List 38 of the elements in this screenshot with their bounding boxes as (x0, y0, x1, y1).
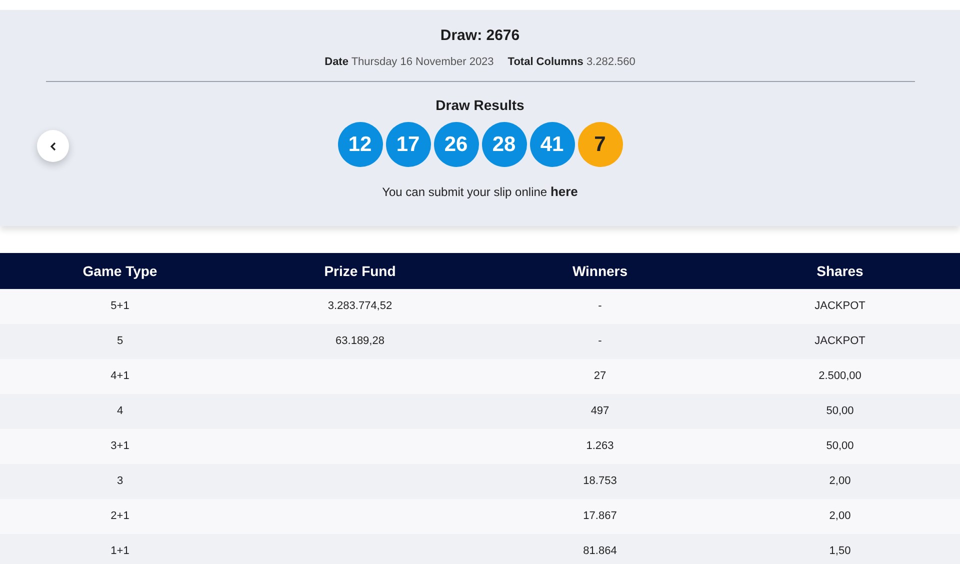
table-cell: 50,00 (826, 440, 854, 452)
column-header: Prize Fund (324, 262, 396, 278)
total-columns: Total Columns 3.282.560 (508, 54, 636, 70)
table-cell: 50,00 (826, 405, 854, 418)
table-cell: 2.500,00 (818, 370, 862, 382)
table-cell: 5 (116, 335, 124, 348)
table-cell: 1.263 (586, 440, 614, 452)
table-cell: 2,00 (829, 510, 851, 522)
table-cell: - (598, 300, 602, 312)
column-header: Winners (572, 262, 628, 278)
column-header: Shares (816, 262, 864, 278)
draw-date: Date Thursday 16 November 2023 (324, 54, 494, 70)
table-cell: 497 (590, 405, 610, 418)
table-cell: 3+1 (110, 440, 130, 452)
results-title: Draw Results (436, 96, 524, 115)
column-header: Game Type (82, 262, 158, 278)
table-cell: 2+1 (110, 510, 130, 522)
table-cell: 2,00 (829, 475, 851, 488)
table-cell: 27 (594, 370, 606, 382)
table-cell: 18.753 (583, 475, 617, 488)
table-cell: 1,50 (829, 545, 851, 558)
table-cell: 5+1 (110, 300, 130, 312)
table-cell: 63.189,28 (336, 335, 384, 348)
table-cell: 81.864 (583, 545, 617, 558)
table-cell: 4 (116, 405, 124, 418)
table-cell: 3.283.774,52 (328, 300, 392, 312)
table-cell: - (598, 335, 602, 348)
table-cell: 4+1 (110, 370, 130, 382)
submit-text: You can submit your slip online (382, 185, 548, 199)
table-cell: 1+1 (110, 545, 130, 558)
table-cell: JACKPOT (814, 300, 866, 312)
table-cell: 17.867 (583, 510, 617, 522)
chevron-left-icon (50, 142, 56, 150)
back-button[interactable] (37, 130, 69, 162)
table-cell: JACKPOT (814, 335, 866, 348)
table-cell: 3 (116, 475, 124, 488)
draw-title: Draw: 2676 (440, 26, 520, 46)
submit-link[interactable]: here (550, 184, 578, 199)
